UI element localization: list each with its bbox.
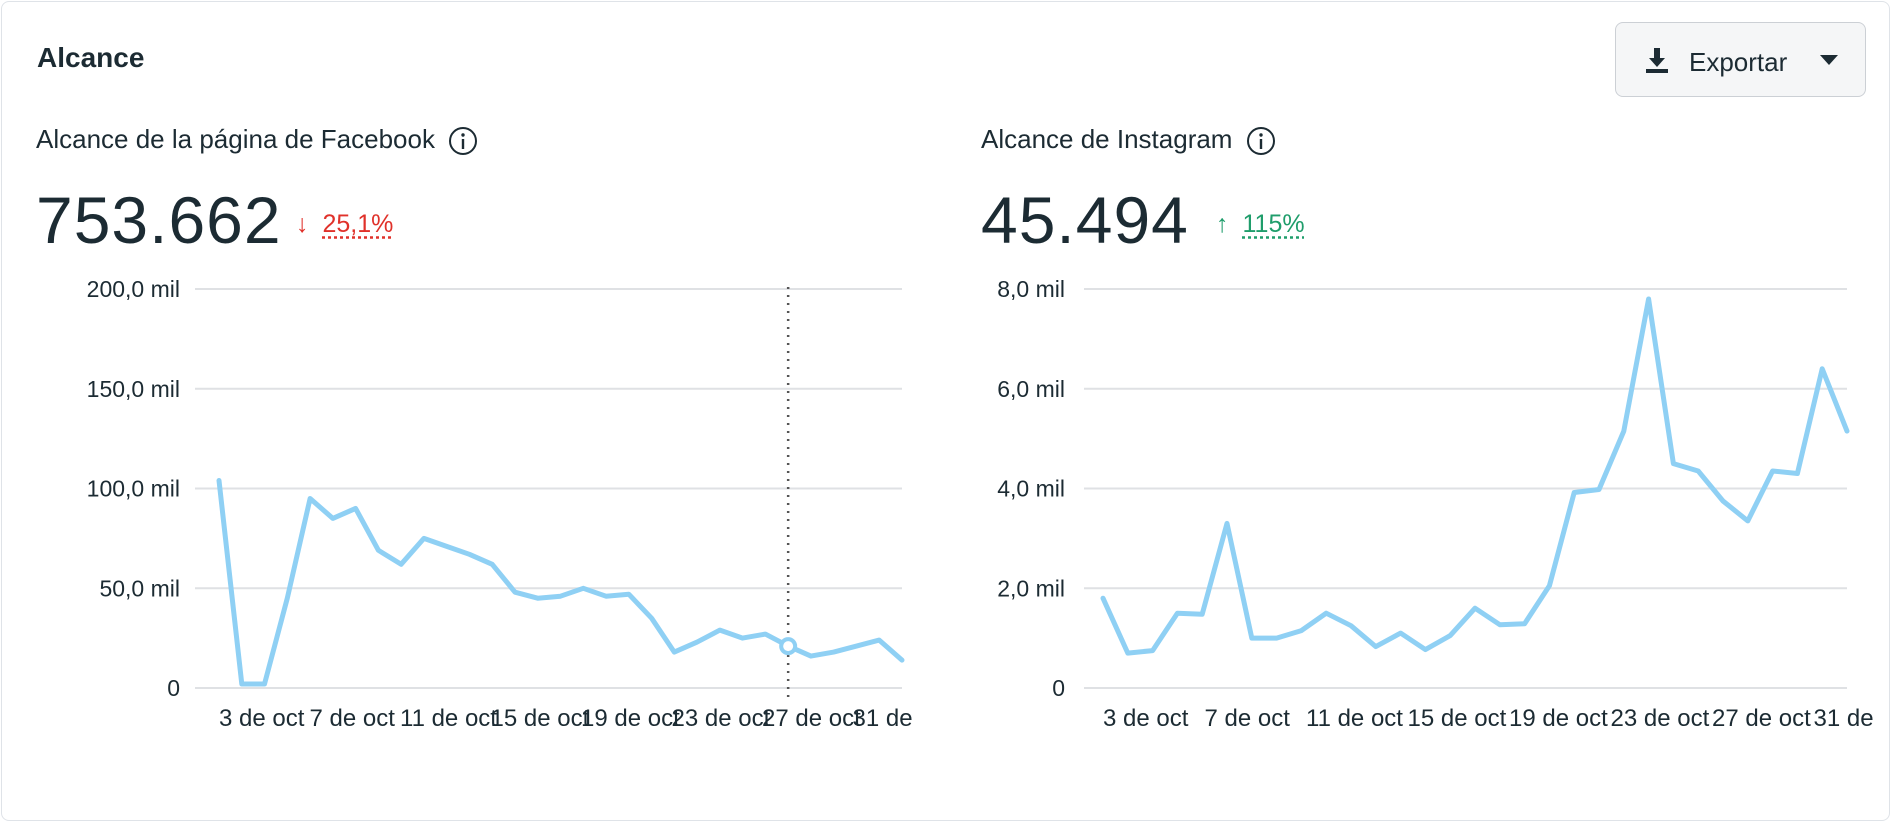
data-point	[672, 650, 677, 655]
x-tick-label: 23 de oct	[672, 705, 771, 732]
data-point	[717, 628, 722, 633]
data-point	[1770, 469, 1775, 474]
data-point	[376, 548, 381, 553]
x-tick-label: 19 de oct	[1509, 705, 1608, 732]
data-point	[1795, 471, 1800, 476]
x-tick-label: 11 de oct	[400, 705, 497, 732]
data-point	[1448, 633, 1453, 638]
data-point	[467, 552, 472, 557]
data-point	[285, 596, 290, 601]
data-point	[1621, 429, 1626, 434]
x-tick-label: 7 de oct	[310, 705, 396, 732]
y-tick-label: 4,0 mil	[997, 476, 1065, 502]
series-line	[1100, 296, 1850, 656]
y-tick-label: 8,0 mil	[997, 276, 1065, 302]
data-point	[626, 592, 631, 597]
data-point	[217, 478, 222, 483]
x-tick-label: 15 de oct	[491, 705, 590, 732]
data-point	[558, 594, 563, 599]
x-tick-label: 3 de oct	[219, 705, 305, 732]
data-point	[808, 654, 813, 659]
y-tick-label: 100,0 mil	[87, 476, 180, 502]
x-tick-label: 19 de oct	[581, 705, 680, 732]
y-tick-label: 2,0 mil	[997, 575, 1065, 601]
data-point	[1349, 623, 1354, 628]
x-tick-label: 23 de oct	[1611, 705, 1710, 732]
data-point	[1721, 498, 1726, 503]
data-point	[262, 682, 267, 687]
data-point	[239, 682, 244, 687]
y-tick-label: 6,0 mil	[997, 376, 1065, 402]
data-point	[512, 590, 517, 595]
data-point	[695, 640, 700, 645]
data-point	[900, 658, 905, 663]
reach-charts: 0 50,0 mil 100,0 mil 150,0 mil 200,0 mil 3 de…	[87, 276, 1874, 732]
data-point	[535, 596, 540, 601]
x-tick-label: 3 de oct	[1103, 705, 1189, 732]
data-point	[1597, 487, 1602, 492]
data-point	[740, 636, 745, 641]
y-tick-label: 200,0 mil	[87, 276, 180, 302]
data-point	[763, 632, 768, 637]
data-point	[1547, 583, 1552, 588]
data-point	[1572, 490, 1577, 495]
data-point	[1150, 648, 1155, 653]
data-point	[1274, 636, 1279, 641]
data-point	[1423, 647, 1428, 652]
data-point	[581, 586, 586, 591]
data-point	[1200, 612, 1205, 617]
data-point	[1225, 521, 1230, 526]
data-point	[1646, 296, 1651, 301]
data-point	[831, 650, 836, 655]
x-tick-label: 7 de oct	[1205, 705, 1291, 732]
data-point	[308, 496, 313, 501]
data-point	[444, 544, 449, 549]
data-point	[1845, 429, 1850, 434]
data-point	[1101, 596, 1106, 601]
x-tick-label: 31 de	[1814, 705, 1874, 732]
data-point	[1373, 644, 1378, 649]
data-point	[1324, 611, 1329, 616]
data-point	[1745, 518, 1750, 523]
x-tick-label: 27 de oct	[762, 705, 861, 732]
data-point	[1175, 611, 1180, 616]
data-point	[854, 644, 859, 649]
data-point	[1473, 606, 1478, 611]
data-point	[877, 638, 882, 643]
x-tick-label: 15 de oct	[1408, 705, 1507, 732]
x-tick-label: 11 de oct	[1306, 705, 1403, 732]
data-point	[399, 562, 404, 567]
data-point	[353, 506, 358, 511]
y-tick-label: 50,0 mil	[99, 575, 180, 601]
data-point	[1299, 628, 1304, 633]
y-tick-label: 150,0 mil	[87, 376, 180, 402]
data-point	[1522, 621, 1527, 626]
data-point	[1696, 469, 1701, 474]
data-point	[604, 594, 609, 599]
reach-card: Alcance Exportar Alcance de la página de…	[1, 1, 1890, 821]
hover-point	[779, 637, 798, 656]
data-point	[421, 536, 426, 541]
y-tick-label: 0	[167, 675, 180, 701]
data-point	[330, 516, 335, 521]
data-point	[1497, 622, 1502, 627]
series-line	[216, 478, 905, 687]
data-point	[1820, 366, 1825, 371]
x-tick-label: 27 de oct	[1712, 705, 1811, 732]
data-point	[1671, 461, 1676, 466]
data-point	[1249, 636, 1254, 641]
y-tick-label: 0	[1052, 675, 1065, 701]
data-point	[490, 562, 495, 567]
data-point	[649, 616, 654, 621]
data-point	[1125, 651, 1130, 656]
x-tick-label: 31 de	[853, 705, 913, 732]
data-point	[1398, 631, 1403, 636]
